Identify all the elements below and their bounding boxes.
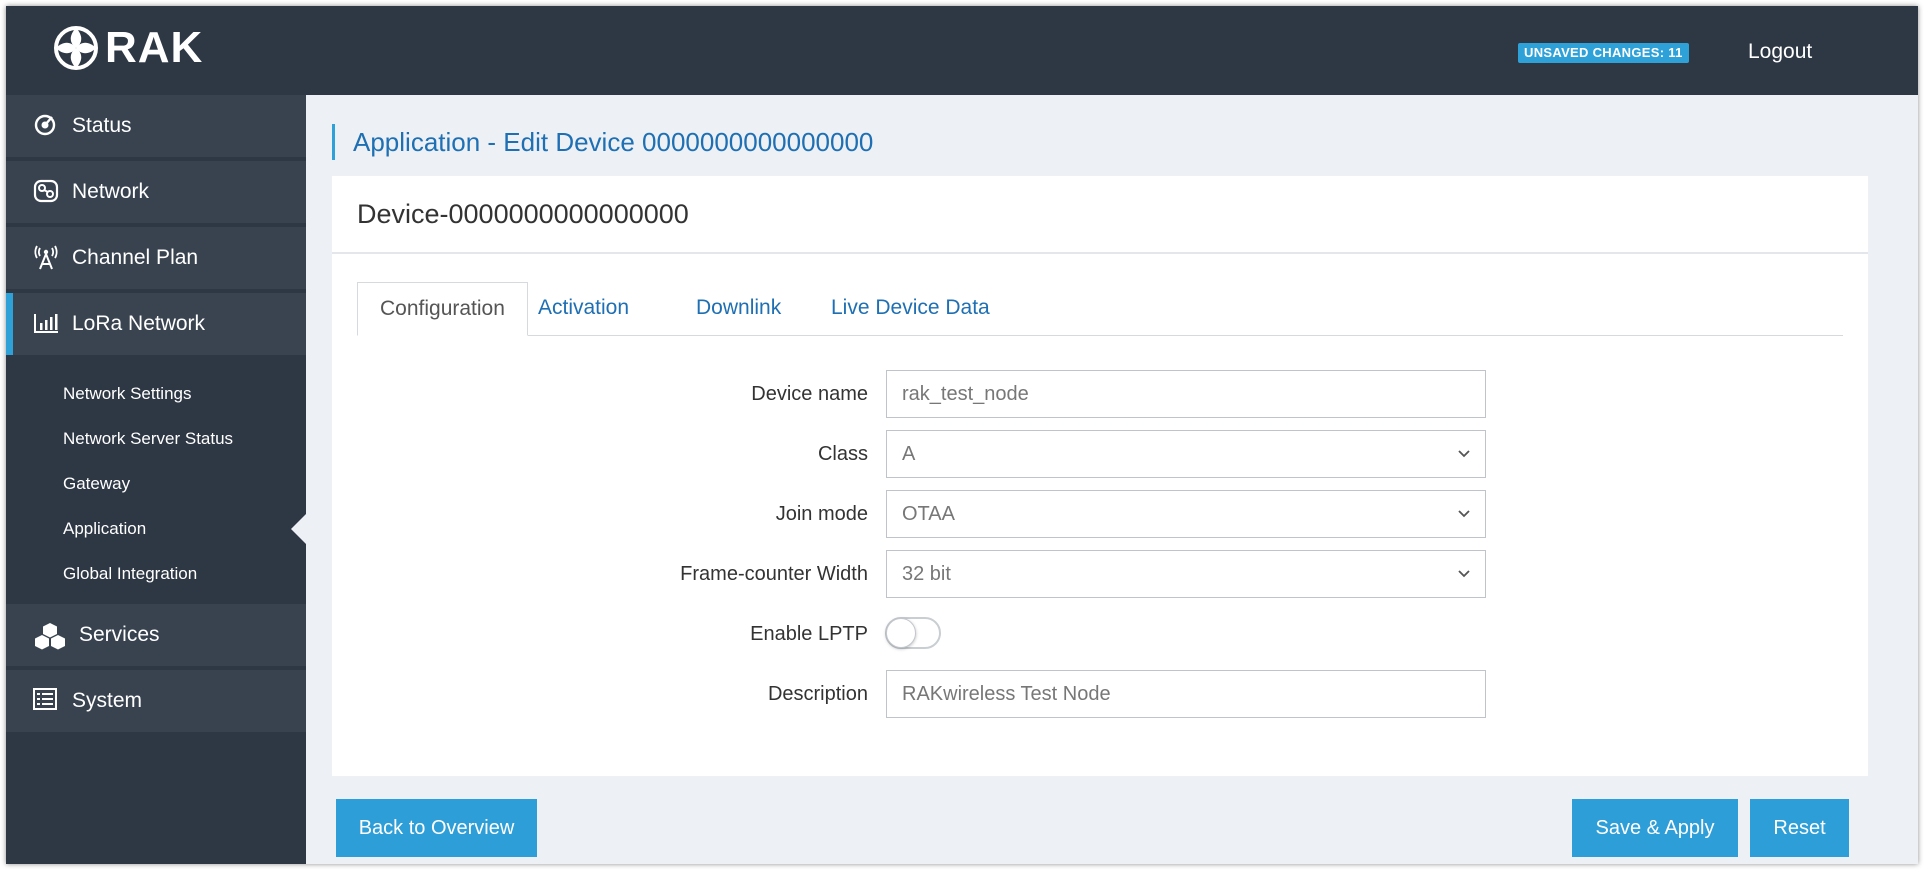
app-window: RAK UNSAVED CHANGES: 11 Logout Status Ne… bbox=[6, 6, 1918, 864]
toggle-knob bbox=[886, 618, 916, 648]
tab-bar: Configuration Activation Downlink Live D… bbox=[357, 282, 1843, 336]
tab-configuration[interactable]: Configuration bbox=[357, 282, 528, 336]
frame-counter-width-value: 32 bit bbox=[902, 563, 951, 585]
reset-button[interactable]: Reset bbox=[1750, 799, 1849, 857]
class-select[interactable]: A bbox=[886, 430, 1486, 478]
list-icon bbox=[33, 688, 59, 714]
save-apply-button[interactable]: Save & Apply bbox=[1572, 799, 1738, 857]
frame-counter-width-select[interactable]: 32 bit bbox=[886, 550, 1486, 598]
sidebar-item-channel-plan[interactable]: Channel Plan bbox=[6, 227, 306, 289]
tab-live-device-data[interactable]: Live Device Data bbox=[831, 282, 990, 336]
card-title: Device-0000000000000000 bbox=[332, 176, 1868, 254]
sidebar-item-network[interactable]: Network bbox=[6, 161, 306, 223]
logout-link[interactable]: Logout bbox=[1748, 40, 1812, 64]
rak-logo-icon bbox=[54, 26, 98, 70]
join-mode-value: OTAA bbox=[902, 503, 955, 525]
status-icon bbox=[33, 113, 59, 139]
sidebar-item-label: Status bbox=[72, 114, 132, 137]
device-card: Device-0000000000000000 Configuration Ac… bbox=[332, 176, 1868, 776]
enable-lptp-toggle[interactable] bbox=[885, 617, 941, 649]
join-mode-select[interactable]: OTAA bbox=[886, 490, 1486, 538]
chevron-down-icon bbox=[1458, 450, 1470, 458]
form-row-device-name: Device name bbox=[332, 370, 1868, 418]
chevron-down-icon bbox=[1458, 510, 1470, 518]
sidebar-item-label: Channel Plan bbox=[72, 246, 199, 269]
back-to-overview-button[interactable]: Back to Overview bbox=[336, 799, 537, 857]
tab-downlink[interactable]: Downlink bbox=[696, 282, 781, 336]
unsaved-changes-badge[interactable]: UNSAVED CHANGES: 11 bbox=[1518, 43, 1689, 63]
form-row-class: Class A bbox=[332, 430, 1868, 478]
form-row-enable-lptp: Enable LPTP bbox=[332, 610, 1868, 658]
class-label: Class bbox=[817, 443, 868, 465]
submenu-item-network-settings[interactable]: Network Settings bbox=[6, 371, 306, 416]
chevron-down-icon bbox=[1458, 570, 1470, 578]
signal-bars-icon bbox=[33, 311, 59, 337]
logo: RAK bbox=[53, 24, 203, 72]
form-row-join-mode: Join mode OTAA bbox=[332, 490, 1868, 538]
network-icon bbox=[33, 179, 59, 205]
sidebar-item-status[interactable]: Status bbox=[6, 95, 306, 157]
submenu-item-network-server-status[interactable]: Network Server Status bbox=[6, 416, 306, 461]
description-label: Description bbox=[767, 683, 868, 705]
sidebar-item-lora-network[interactable]: LoRa Network bbox=[6, 293, 306, 355]
page-title: Application - Edit Device 00000000000000… bbox=[332, 124, 873, 160]
submenu-item-application[interactable]: Application bbox=[6, 506, 306, 551]
sidebar-item-services[interactable]: Services bbox=[6, 604, 306, 666]
lora-network-submenu: Network Settings Network Server Status G… bbox=[6, 359, 306, 604]
sidebar-item-label: Services bbox=[79, 623, 160, 646]
tab-activation[interactable]: Activation bbox=[538, 282, 629, 336]
top-bar: RAK UNSAVED CHANGES: 11 Logout bbox=[6, 6, 1918, 95]
sidebar-item-label: System bbox=[72, 689, 143, 712]
frame-counter-width-label: Frame-counter Width bbox=[680, 563, 868, 585]
cubes-icon bbox=[33, 622, 65, 650]
submenu-item-global-integration[interactable]: Global Integration bbox=[6, 551, 306, 596]
antenna-icon bbox=[33, 245, 59, 271]
sidebar-item-system[interactable]: System bbox=[6, 670, 306, 732]
device-name-input[interactable] bbox=[886, 370, 1486, 418]
logo-text: RAK bbox=[105, 23, 204, 72]
sidebar: Status Network Channel Plan LoRa Network… bbox=[6, 95, 306, 864]
device-name-label: Device name bbox=[751, 383, 868, 405]
description-input[interactable] bbox=[886, 670, 1486, 718]
sidebar-item-label: Network bbox=[72, 180, 150, 203]
sidebar-item-label: LoRa Network bbox=[72, 312, 206, 335]
class-value: A bbox=[902, 443, 916, 465]
submenu-item-gateway[interactable]: Gateway bbox=[6, 461, 306, 506]
enable-lptp-label: Enable LPTP bbox=[750, 623, 868, 645]
form-row-description: Description bbox=[332, 670, 1868, 718]
form-row-frame-counter-width: Frame-counter Width 32 bit bbox=[332, 550, 1868, 598]
join-mode-label: Join mode bbox=[775, 503, 868, 525]
